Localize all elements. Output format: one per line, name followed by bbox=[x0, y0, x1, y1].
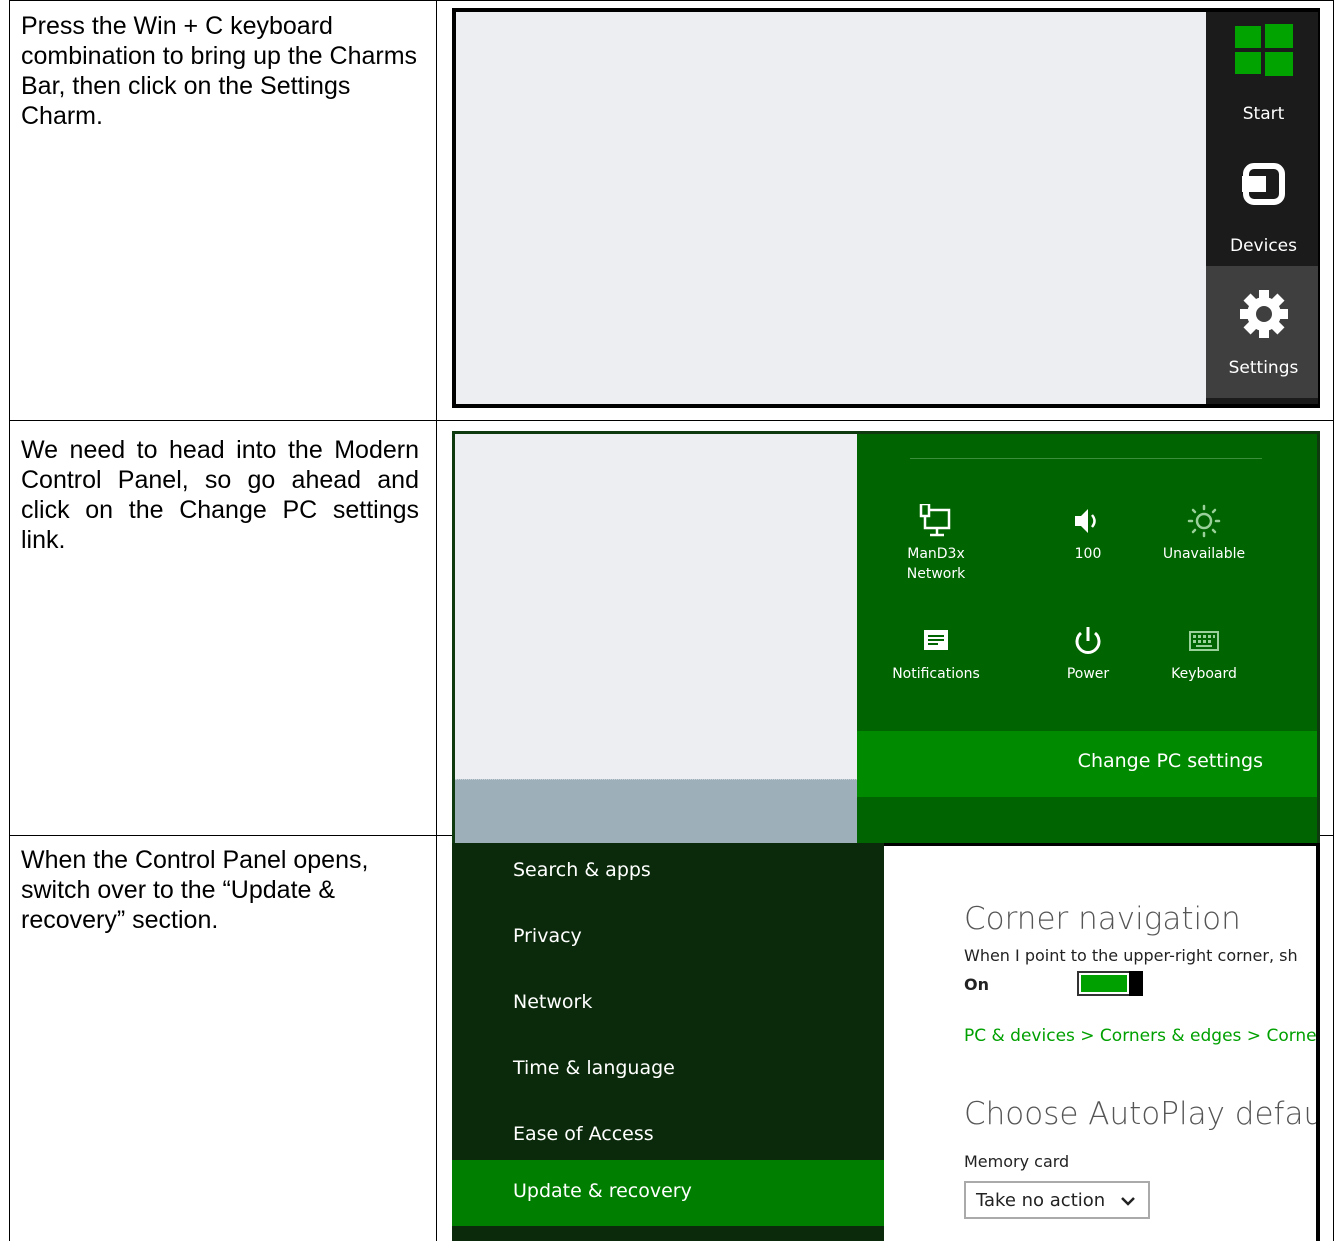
charm-devices-label: Devices bbox=[1230, 236, 1297, 256]
table-border-left bbox=[9, 0, 10, 1241]
step-1-text: Press the Win + C keyboard combination t… bbox=[21, 12, 418, 130]
brightness-icon bbox=[1187, 504, 1221, 538]
charm-start-label: Start bbox=[1242, 104, 1285, 124]
pc-settings-nav: Search & apps Privacy Network Time & lan… bbox=[452, 843, 884, 1241]
nav-item-time-language[interactable]: Time & language bbox=[452, 1037, 884, 1103]
table-divider-vertical bbox=[436, 0, 437, 1241]
nav-item-label: Network bbox=[513, 991, 593, 1013]
toggle-thumb[interactable] bbox=[1129, 971, 1143, 996]
change-pc-settings-link[interactable]: Change PC settings bbox=[857, 731, 1317, 797]
charms-screenshot: Start Devices Settings bbox=[452, 8, 1320, 408]
gear-icon bbox=[1239, 290, 1288, 338]
windows-logo-icon bbox=[1234, 24, 1293, 76]
keyboard-tile-label: Keyboard bbox=[1171, 666, 1237, 682]
volume-tile-label: 100 bbox=[1074, 546, 1102, 562]
memory-card-value: Take no action bbox=[976, 1190, 1106, 1211]
nav-item-label: Time & language bbox=[513, 1057, 675, 1079]
settings-path-link[interactable]: PC & devices > Corners & edges > Corne bbox=[964, 1026, 1316, 1046]
table-border-right bbox=[1333, 0, 1334, 1241]
desktop-area bbox=[455, 434, 857, 779]
change-pc-settings-label: Change PC settings bbox=[1077, 750, 1263, 772]
network-tile-label: ManD3x Network bbox=[906, 546, 966, 582]
table-border-top bbox=[9, 0, 1334, 1]
memory-card-label: Memory card bbox=[964, 1152, 1070, 1171]
power-tile-label: Power bbox=[1066, 666, 1110, 682]
chevron-down-icon bbox=[1121, 1197, 1135, 1206]
charms-bar: Start Devices Settings bbox=[1206, 12, 1318, 404]
divider bbox=[910, 458, 1262, 459]
step-2-text: We need to head into the Modern Control … bbox=[21, 436, 419, 554]
charm-devices[interactable]: Devices bbox=[1206, 144, 1318, 276]
network-icon bbox=[919, 502, 951, 537]
notifications-tile-label: Notifications bbox=[892, 666, 980, 682]
settings-pane: ManD3x Network 100 Unavailable Notificat… bbox=[857, 434, 1317, 866]
power-tile[interactable]: Power bbox=[1033, 624, 1143, 684]
toggle-state-label: On bbox=[964, 975, 989, 994]
pc-settings-content: Corner navigation When I point to the up… bbox=[884, 843, 1320, 1241]
charm-settings[interactable]: Settings bbox=[1206, 266, 1318, 398]
brightness-tile-label: Unavailable bbox=[1162, 546, 1246, 562]
corner-navigation-toggle[interactable] bbox=[1077, 971, 1143, 996]
nav-item-label: Privacy bbox=[513, 925, 582, 947]
row-divider-1 bbox=[9, 420, 1334, 421]
network-tile[interactable]: ManD3x Network bbox=[881, 502, 991, 584]
keyboard-tile[interactable]: Keyboard bbox=[1149, 624, 1259, 684]
nav-item-label: Search & apps bbox=[513, 859, 651, 881]
nav-item-privacy[interactable]: Privacy bbox=[452, 905, 884, 971]
notifications-icon bbox=[924, 630, 948, 650]
notifications-tile[interactable]: Notifications bbox=[881, 624, 991, 684]
step-3-text: When the Control Panel opens, switch ove… bbox=[21, 846, 369, 934]
nav-item-search-apps[interactable]: Search & apps bbox=[452, 843, 884, 905]
toggle-fill bbox=[1081, 975, 1127, 992]
power-icon bbox=[1075, 627, 1101, 654]
corner-navigation-description: When I point to the upper-right corner, … bbox=[964, 946, 1298, 965]
memory-card-select[interactable]: Take no action bbox=[964, 1181, 1150, 1219]
corner-navigation-heading: Corner navigation bbox=[964, 901, 1241, 937]
charm-settings-label: Settings bbox=[1228, 358, 1299, 378]
nav-item-network[interactable]: Network bbox=[452, 971, 884, 1037]
settings-pane-screenshot: ManD3x Network 100 Unavailable Notificat… bbox=[452, 431, 1320, 869]
volume-tile[interactable]: 100 bbox=[1033, 504, 1143, 564]
autoplay-heading: Choose AutoPlay defaul bbox=[964, 1096, 1320, 1132]
nav-item-update-recovery[interactable]: Update & recovery bbox=[452, 1160, 884, 1226]
nav-item-label: Ease of Access bbox=[513, 1123, 654, 1145]
devices-icon bbox=[1241, 163, 1285, 205]
charm-start[interactable]: Start bbox=[1206, 12, 1318, 144]
volume-icon bbox=[1075, 509, 1096, 533]
pc-settings-screenshot: Search & apps Privacy Network Time & lan… bbox=[452, 843, 1320, 1241]
brightness-tile[interactable]: Unavailable bbox=[1149, 504, 1259, 564]
nav-item-label: Update & recovery bbox=[513, 1180, 692, 1202]
keyboard-icon bbox=[1189, 631, 1219, 651]
